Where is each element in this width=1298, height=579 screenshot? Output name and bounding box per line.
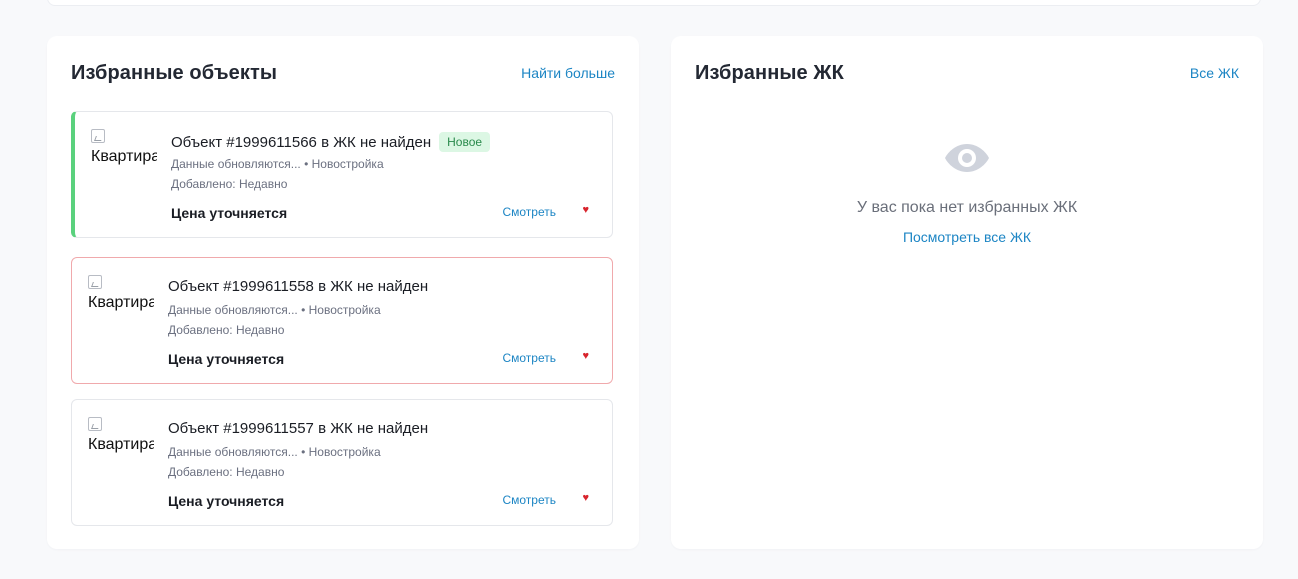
object-meta: Данные обновляются... • Новостройка — [171, 157, 384, 171]
heart-icon[interactable]: ♥ — [582, 204, 589, 216]
object-meta-type: Новостройка — [308, 303, 381, 317]
object-title: Объект #1999611558 в ЖК не найден — [168, 278, 429, 295]
eye-icon — [945, 144, 989, 172]
object-title-row: Объект #1999611566 в ЖК не найден Новое — [171, 132, 491, 152]
meta-separator: • — [304, 157, 309, 171]
object-meta-status: Данные обновляются... — [171, 157, 301, 171]
object-meta-type: Новостройка — [308, 445, 381, 459]
object-meta: Данные обновляются... • Новостройка — [168, 303, 381, 317]
object-meta: Данные обновляются... • Новостройка — [168, 445, 381, 459]
object-price: Цена уточняется — [168, 351, 285, 367]
heart-icon[interactable]: ♥ — [582, 350, 589, 362]
object-price: Цена уточняется — [171, 205, 288, 221]
object-image: Квартира — [88, 415, 154, 459]
favorite-objects-title: Избранные объекты — [71, 62, 278, 84]
object-image-alt: Квартира — [88, 294, 154, 311]
object-added: Добавлено: Недавно — [168, 465, 285, 479]
broken-image-icon — [91, 129, 105, 143]
find-more-link[interactable]: Найти больше — [521, 65, 615, 81]
view-all-complexes-link[interactable]: Посмотреть все ЖК — [671, 229, 1263, 245]
object-title: Объект #1999611557 в ЖК не найден — [168, 420, 429, 437]
broken-image-icon — [88, 275, 102, 289]
heart-icon[interactable]: ♥ — [582, 492, 589, 504]
object-added: Добавлено: Недавно — [171, 177, 288, 191]
object-image-alt: Квартира — [91, 148, 157, 165]
view-object-link[interactable]: Смотреть — [502, 351, 556, 365]
view-object-link[interactable]: Смотреть — [502, 205, 556, 219]
all-complexes-link[interactable]: Все ЖК — [1190, 65, 1239, 81]
object-price: Цена уточняется — [168, 493, 285, 509]
top-card-edge — [47, 0, 1261, 6]
empty-state-text: У вас пока нет избранных ЖК — [856, 199, 1078, 216]
favorite-complexes-panel: Избранные ЖК Все ЖК У вас пока нет избра… — [671, 36, 1263, 549]
object-image: Квартира — [91, 127, 157, 171]
favorite-complexes-title: Избранные ЖК — [695, 62, 844, 84]
object-meta-status: Данные обновляются... — [168, 445, 298, 459]
favorite-objects-panel: Избранные объекты Найти больше Квартира … — [47, 36, 639, 549]
meta-separator: • — [301, 445, 306, 459]
object-added: Добавлено: Недавно — [168, 323, 285, 337]
object-image: Квартира — [88, 273, 154, 317]
object-meta-status: Данные обновляются... — [168, 303, 298, 317]
new-badge: Новое — [439, 132, 491, 152]
object-image-alt: Квартира — [88, 436, 154, 453]
favorite-object-card[interactable]: Квартира Объект #1999611558 в ЖК не найд… — [71, 257, 613, 384]
broken-image-icon — [88, 417, 102, 431]
view-object-link[interactable]: Смотреть — [502, 493, 556, 507]
meta-separator: • — [301, 303, 306, 317]
object-title: Объект #1999611566 в ЖК не найден — [171, 134, 432, 151]
object-meta-type: Новостройка — [311, 157, 384, 171]
favorite-object-card[interactable]: Квартира Объект #1999611557 в ЖК не найд… — [71, 399, 613, 526]
favorite-object-card[interactable]: Квартира Объект #1999611566 в ЖК не найд… — [71, 111, 613, 238]
